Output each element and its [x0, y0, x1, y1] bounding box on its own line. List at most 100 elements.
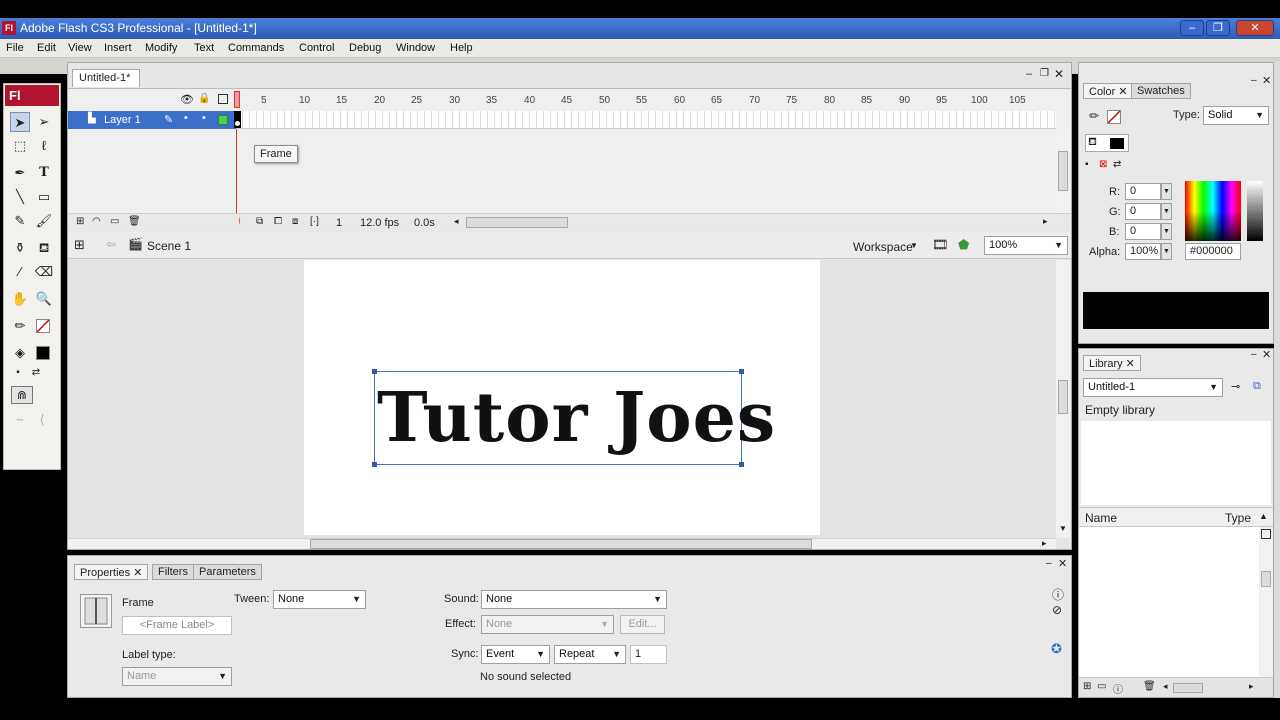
sort-arrow-icon[interactable]: ▲ — [1259, 511, 1268, 521]
stage-hscroll-thumb[interactable] — [310, 539, 812, 549]
stage-text[interactable]: Tutor Joes — [377, 378, 776, 458]
menu-commands[interactable]: Commands — [228, 42, 284, 54]
accessibility-icon[interactable]: ✪ — [1051, 641, 1062, 657]
close-doc-icon[interactable]: ✕ — [1054, 67, 1064, 81]
menu-modify[interactable]: Modify — [145, 42, 177, 54]
timeline-vscroll[interactable] — [1056, 129, 1070, 213]
eyedropper-tool-icon[interactable]: ⁄ — [10, 262, 30, 282]
edit-sound-button[interactable]: Edit... — [620, 615, 665, 634]
eraser-tool-icon[interactable]: ⌫ — [34, 262, 54, 282]
motion-guide-icon[interactable]: ◠ — [92, 216, 101, 227]
brush-tool-icon[interactable]: 🖌 — [34, 211, 54, 231]
menu-text[interactable]: Text — [194, 42, 214, 54]
stroke-color-swatch[interactable] — [36, 319, 50, 333]
stroke-color-icon[interactable]: ✏ — [10, 316, 30, 336]
swap-colors-icon[interactable]: ⇄ — [1113, 159, 1121, 170]
swap-colors-icon[interactable]: ⇄ — [26, 363, 46, 383]
zoom-tool-icon[interactable]: 🔍 — [34, 289, 54, 309]
minimize-panel-icon[interactable]: – — [1251, 75, 1257, 86]
minimize-button[interactable]: – — [1180, 20, 1204, 36]
stroke-color-icon[interactable]: ✏ — [1089, 109, 1099, 123]
library-hscroll-thumb[interactable] — [1173, 683, 1203, 693]
workspace-menu[interactable]: Workspace — [853, 240, 913, 254]
insert-layer-icon[interactable]: ⊞ — [76, 216, 84, 227]
menu-view[interactable]: View — [68, 42, 92, 54]
fill-color-button[interactable]: ⛾ — [1085, 134, 1129, 152]
new-folder-icon[interactable]: ▭ — [1097, 681, 1106, 692]
lasso-tool-icon[interactable]: ℓ — [34, 136, 54, 156]
chevron-down-icon[interactable]: ▼ — [1161, 243, 1172, 260]
column-name[interactable]: Name — [1085, 511, 1117, 525]
minimize-panel-icon[interactable]: – — [1251, 349, 1257, 360]
keyframe-1[interactable] — [234, 111, 241, 128]
smooth-icon[interactable]: ~ — [10, 410, 30, 430]
brightness-slider[interactable] — [1247, 181, 1263, 241]
menu-edit[interactable]: Edit — [37, 42, 56, 54]
outline-icon[interactable] — [218, 94, 228, 104]
library-vscroll-thumb[interactable] — [1261, 571, 1271, 587]
subselection-tool-icon[interactable]: ➢ — [34, 112, 54, 132]
edit-symbols-icon[interactable]: ⬟ — [958, 237, 969, 253]
onion-skin-icon[interactable]: ⧉ — [256, 216, 263, 227]
layer-color-icon[interactable] — [218, 115, 228, 125]
library-document-select[interactable]: Untitled-1 ▼ — [1083, 378, 1223, 397]
frame-rate[interactable]: 12.0 fps — [360, 217, 399, 229]
text-tool-icon[interactable]: T — [34, 163, 54, 183]
close-panel-icon[interactable]: ✕ — [1262, 348, 1271, 361]
sync-select[interactable]: Event ▼ — [481, 645, 550, 664]
straighten-icon[interactable]: ⟨ — [32, 410, 52, 430]
resize-handle[interactable] — [739, 462, 744, 467]
minimize-panel-icon[interactable]: – — [1046, 558, 1052, 569]
new-symbol-icon[interactable]: ⊞ — [1083, 681, 1091, 692]
stage[interactable]: Tutor Joes — [304, 260, 820, 535]
properties-icon[interactable]: ⓘ — [1113, 681, 1123, 696]
chevron-down-icon[interactable]: ▼ — [1161, 183, 1172, 200]
insert-folder-icon[interactable]: ▭ — [110, 216, 119, 227]
lock-icon[interactable]: 🔒 — [198, 93, 210, 104]
workspace-dropdown-icon[interactable]: ▼ — [910, 241, 918, 250]
green-input[interactable]: 0 — [1125, 203, 1161, 220]
color-spectrum[interactable] — [1185, 181, 1241, 241]
alpha-input[interactable]: 100% — [1125, 243, 1161, 260]
lock-dot-icon[interactable]: • — [202, 112, 206, 124]
tab-swatches[interactable]: Swatches — [1131, 83, 1191, 99]
onion-markers-icon[interactable]: [·] — [310, 216, 319, 227]
hex-input[interactable]: #000000 — [1185, 243, 1241, 260]
center-frame-icon[interactable]: ⫮ — [238, 216, 241, 227]
chevron-down-icon[interactable]: ▼ — [1161, 223, 1172, 240]
visibility-dot-icon[interactable]: • — [184, 112, 188, 124]
black-white-icon[interactable]: ▪ — [1085, 159, 1089, 170]
timeline-toggle-icon[interactable]: ⊞ — [74, 237, 85, 253]
column-type[interactable]: Type — [1225, 511, 1251, 525]
zoom-select[interactable]: 100% ▼ — [984, 236, 1068, 255]
stage-vscroll-thumb[interactable] — [1058, 380, 1068, 414]
tab-filters[interactable]: Filters — [152, 564, 194, 580]
black-white-icon[interactable]: ▪ — [8, 363, 28, 383]
fill-color-swatch[interactable] — [36, 346, 50, 360]
tab-properties[interactable]: Properties ✕ — [74, 564, 149, 580]
close-panel-icon[interactable]: ✕ — [1058, 557, 1067, 570]
menu-insert[interactable]: Insert — [104, 42, 132, 54]
hand-tool-icon[interactable]: ✋ — [10, 289, 30, 309]
selection-tool-icon[interactable]: ➤ — [10, 112, 30, 132]
frame-cells[interactable] — [234, 111, 1056, 129]
pin-library-icon[interactable]: ⊸ — [1231, 380, 1240, 393]
delete-icon[interactable]: 🗑 — [1143, 681, 1156, 692]
stroke-color-swatch[interactable] — [1107, 110, 1121, 124]
menu-help[interactable]: Help — [450, 42, 473, 54]
text-field[interactable]: Tutor Joes — [372, 369, 775, 467]
scroll-left-icon[interactable]: ◂ — [1163, 681, 1168, 692]
scroll-right-icon[interactable]: ▸ — [1043, 216, 1048, 227]
onion-outline-icon[interactable]: ⧠ — [274, 216, 282, 227]
resize-handle[interactable] — [372, 369, 377, 374]
tween-select[interactable]: None ▼ — [273, 590, 366, 609]
maximize-button[interactable]: ❐ — [1206, 20, 1230, 36]
resize-handle[interactable] — [372, 462, 377, 467]
line-tool-icon[interactable]: ╲ — [10, 187, 30, 207]
minimize-doc-icon[interactable]: – — [1026, 68, 1032, 80]
scroll-right-icon[interactable]: ▸ — [1249, 681, 1254, 692]
edit-scene-icon[interactable]: 🎞 — [932, 237, 949, 253]
scroll-right-icon[interactable]: ▸ — [1042, 538, 1047, 549]
playhead[interactable] — [234, 91, 240, 108]
fill-type-select[interactable]: Solid ▼ — [1203, 106, 1269, 125]
